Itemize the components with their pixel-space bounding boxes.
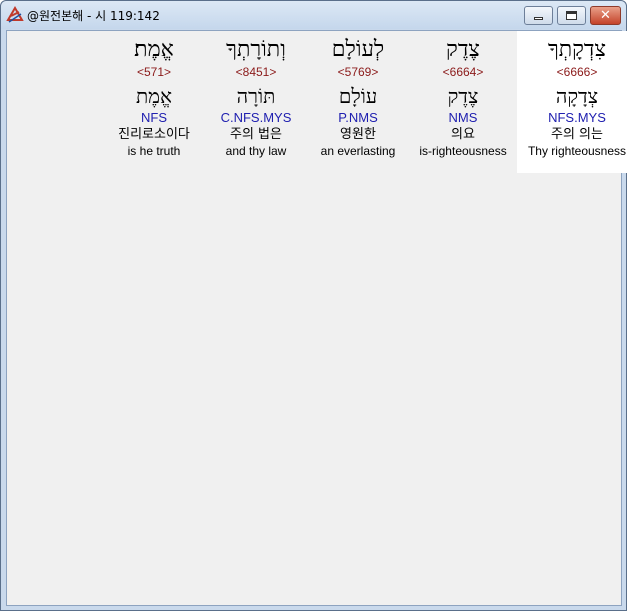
word-column-5[interactable]: אֱמֶת׃ <571> אֱמֶת NFS 진리로소이다 is he trut…	[103, 31, 205, 173]
close-button[interactable]: ✕	[590, 6, 621, 25]
hebrew-lemma: צְדָקָה	[555, 84, 599, 108]
hebrew-lemma: תּוֹרָה	[236, 84, 276, 108]
close-icon: ✕	[600, 8, 611, 23]
korean-gloss: 주의 법은	[230, 127, 282, 142]
word-column-2[interactable]: צֶדֶק <6664> צֶדֶק NMS 의요 is-righteousne…	[409, 31, 517, 173]
maximize-button[interactable]	[557, 6, 586, 25]
minimize-icon	[534, 17, 543, 20]
interlinear-view[interactable]: צִדְקָתְךָ <6666> צְדָקָה NFS.MYS 주의 의는 …	[6, 30, 627, 606]
app-logo-icon[interactable]	[6, 6, 24, 24]
english-gloss: is-righteousness	[419, 144, 507, 158]
hebrew-lemma: צֶדֶק	[447, 84, 479, 108]
strong-number-link[interactable]: <6666>	[557, 65, 598, 80]
english-gloss: and thy law	[225, 144, 287, 158]
hebrew-word: אֱמֶת׃	[134, 37, 174, 62]
word-column-3[interactable]: לְעוֹלָם <5769> עוֹלָם P.NMS 영원한 an ever…	[307, 31, 409, 173]
korean-gloss: 영원한	[340, 127, 376, 142]
hebrew-word: וְתוֹרָתְךָ	[226, 37, 286, 62]
window-title: @원전본해 - 시 119:142	[27, 9, 160, 23]
word-column-4[interactable]: וְתוֹרָתְךָ <8451> תּוֹרָה C.NFS.MYS 주의 …	[205, 31, 307, 173]
korean-gloss: 주의 의는	[551, 127, 603, 142]
hebrew-lemma: עוֹלָם	[338, 84, 378, 108]
hebrew-word: צִדְקָתְךָ	[547, 37, 607, 62]
morphology-code: C.NFS.MYS	[220, 110, 292, 125]
strong-number-link[interactable]: <6664>	[443, 65, 484, 80]
morphology-code: NFS	[141, 110, 167, 125]
hebrew-word: צֶדֶק	[446, 37, 480, 62]
word-column-1[interactable]: צִדְקָתְךָ <6666> צְדָקָה NFS.MYS 주의 의는 …	[517, 31, 627, 173]
morphology-code: NFS.MYS	[548, 110, 606, 125]
english-gloss: Thy righteousness	[527, 144, 627, 158]
app-window: @원전본해 - 시 119:142 ✕ צִדְקָתְךָ <6666> צְ…	[0, 0, 627, 611]
minimize-button[interactable]	[524, 6, 553, 25]
hebrew-word: לְעוֹלָם	[331, 37, 385, 62]
morphology-code: NMS	[448, 110, 478, 125]
hebrew-lemma: אֱמֶת	[135, 84, 173, 108]
korean-gloss: 진리로소이다	[118, 127, 190, 142]
strong-number-link[interactable]: <8451>	[236, 65, 277, 80]
maximize-icon	[566, 11, 577, 20]
korean-gloss: 의요	[451, 127, 475, 142]
strong-number-link[interactable]: <571>	[137, 65, 171, 80]
title-bar[interactable]: @원전본해 - 시 119:142 ✕	[1, 1, 626, 29]
morphology-code: P.NMS	[338, 110, 378, 125]
verse-word-row: צִדְקָתְךָ <6666> צְדָקָה NFS.MYS 주의 의는 …	[103, 31, 627, 173]
english-gloss: is he truth	[127, 144, 181, 158]
strong-number-link[interactable]: <5769>	[338, 65, 379, 80]
english-gloss: an everlasting	[320, 144, 396, 158]
